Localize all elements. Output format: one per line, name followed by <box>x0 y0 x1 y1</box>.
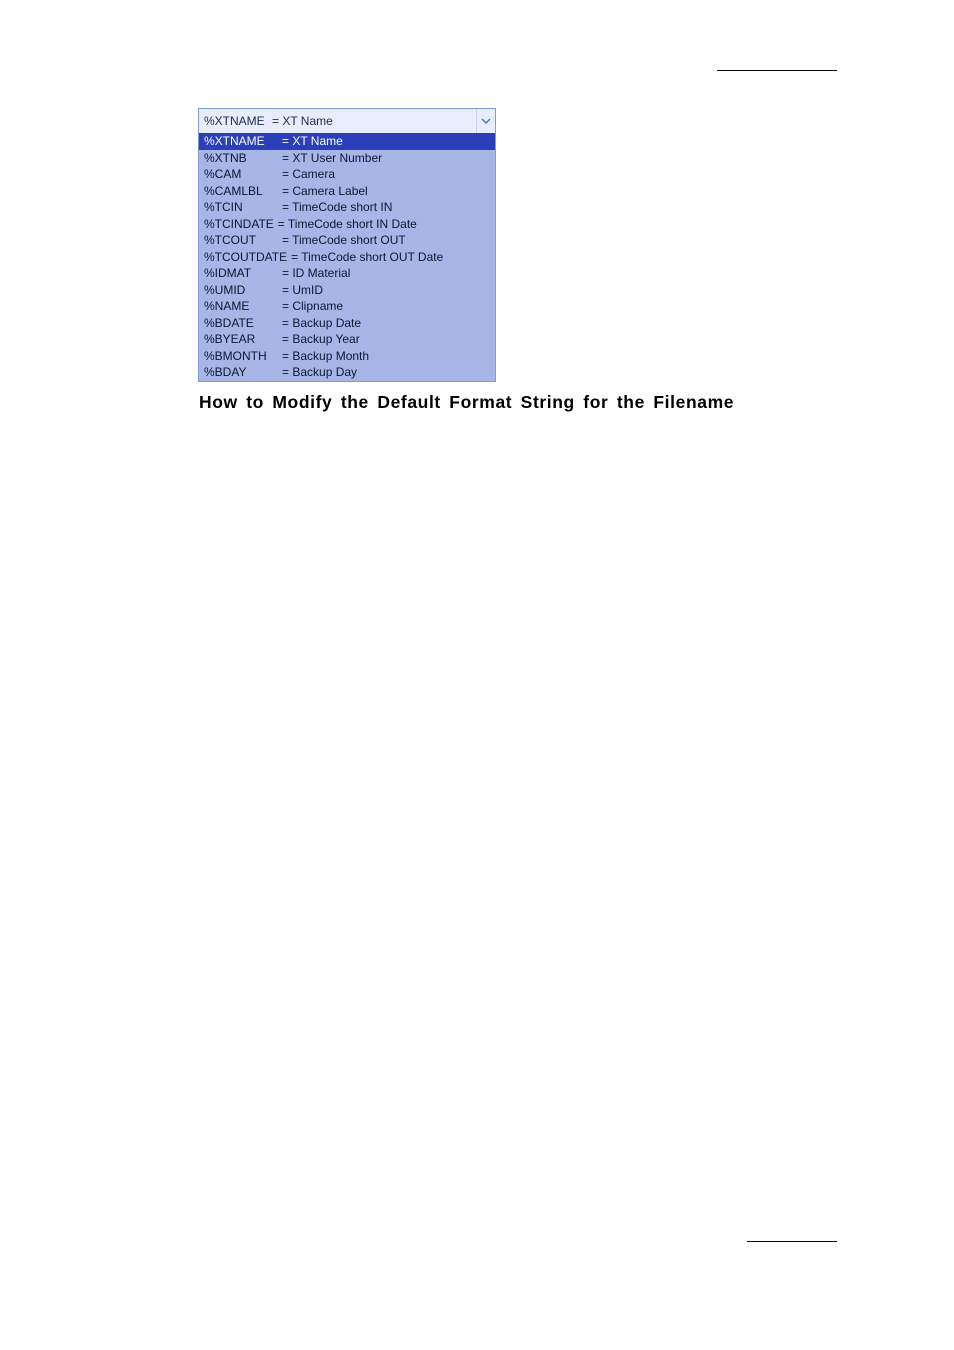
dropdown-option[interactable]: %NAME= Clipname <box>199 298 495 315</box>
option-code: %IDMAT <box>204 266 282 281</box>
dropdown-option[interactable]: %BDAY= Backup Day <box>199 364 495 381</box>
option-code: %XTNB <box>204 151 282 166</box>
option-desc: = Backup Month <box>282 349 495 364</box>
option-desc: = Backup Day <box>282 365 495 380</box>
selected-code: %XTNAME <box>204 114 272 128</box>
option-desc: = XT Name <box>282 134 495 149</box>
option-desc: = Camera <box>282 167 495 182</box>
option-code: %BMONTH <box>204 349 282 364</box>
option-code: %TCINDATE <box>204 217 274 232</box>
dropdown-option[interactable]: %IDMAT= ID Material <box>199 265 495 282</box>
chevron-down-icon[interactable] <box>476 109 495 133</box>
option-code: %CAMLBL <box>204 184 282 199</box>
option-desc: = Backup Year <box>282 332 495 347</box>
selected-desc: = XT Name <box>272 114 476 128</box>
option-code: %NAME <box>204 299 282 314</box>
dropdown-option[interactable]: %BMONTH= Backup Month <box>199 348 495 365</box>
dropdown-option[interactable]: %UMID= UmID <box>199 282 495 299</box>
option-code: %BDAY <box>204 365 282 380</box>
option-desc: = Camera Label <box>282 184 495 199</box>
option-code: %UMID <box>204 283 282 298</box>
dropdown-option[interactable]: %XTNAME= XT Name <box>199 133 495 150</box>
dropdown-option[interactable]: %CAMLBL= Camera Label <box>199 183 495 200</box>
dropdown-option[interactable]: %CAM= Camera <box>199 166 495 183</box>
dropdown-selected[interactable]: %XTNAME = XT Name <box>199 109 495 133</box>
dropdown-option[interactable]: %TCOUTDATE = TimeCode short OUT Date <box>199 249 495 266</box>
option-code: %XTNAME <box>204 134 282 149</box>
option-code: %CAM <box>204 167 282 182</box>
option-code: %TCOUT <box>204 233 282 248</box>
dropdown-list: %XTNAME= XT Name%XTNB= XT User Number%CA… <box>199 133 495 381</box>
option-code: %BYEAR <box>204 332 282 347</box>
section-heading: How to Modify the Default Format String … <box>199 392 734 413</box>
dropdown-option[interactable]: %TCOUT= TimeCode short OUT <box>199 232 495 249</box>
option-desc: = UmID <box>282 283 495 298</box>
option-desc: = TimeCode short IN Date <box>278 217 495 232</box>
option-desc: = TimeCode short OUT Date <box>291 250 495 265</box>
option-desc: = Backup Date <box>282 316 495 331</box>
dropdown-option[interactable]: %TCINDATE = TimeCode short IN Date <box>199 216 495 233</box>
option-desc: = XT User Number <box>282 151 495 166</box>
top-divider <box>717 70 837 71</box>
option-desc: = TimeCode short IN <box>282 200 495 215</box>
option-code: %BDATE <box>204 316 282 331</box>
dropdown-option[interactable]: %XTNB= XT User Number <box>199 150 495 167</box>
dropdown-option[interactable]: %BYEAR= Backup Year <box>199 331 495 348</box>
option-desc: = ID Material <box>282 266 495 281</box>
dropdown-option[interactable]: %BDATE= Backup Date <box>199 315 495 332</box>
option-code: %TCIN <box>204 200 282 215</box>
option-code: %TCOUTDATE <box>204 250 287 265</box>
option-desc: = Clipname <box>282 299 495 314</box>
format-token-dropdown[interactable]: %XTNAME = XT Name %XTNAME= XT Name%XTNB=… <box>198 108 496 382</box>
bottom-divider <box>747 1241 837 1242</box>
option-desc: = TimeCode short OUT <box>282 233 495 248</box>
dropdown-option[interactable]: %TCIN= TimeCode short IN <box>199 199 495 216</box>
